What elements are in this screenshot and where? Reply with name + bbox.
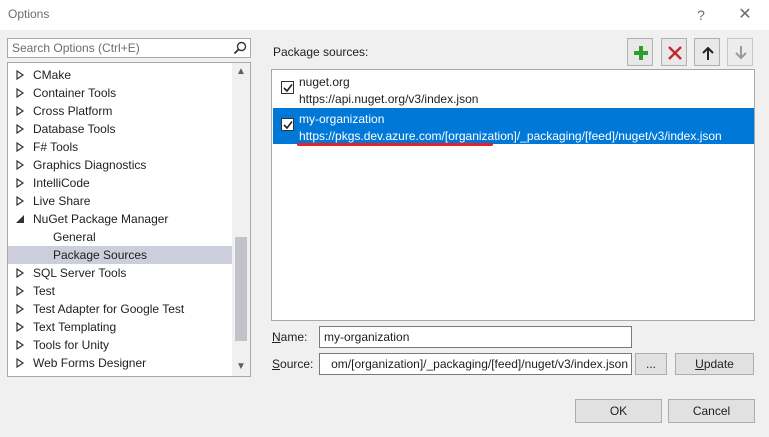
collapsed-arrow-icon[interactable] bbox=[15, 178, 25, 188]
tree-item-f-tools[interactable]: F# Tools bbox=[8, 138, 232, 156]
search-icon[interactable] bbox=[233, 41, 247, 55]
tree-item-container-tools[interactable]: Container Tools bbox=[8, 84, 232, 102]
collapsed-arrow-icon[interactable] bbox=[15, 70, 25, 80]
search-box bbox=[7, 38, 251, 58]
update-button[interactable]: Update bbox=[675, 353, 754, 375]
collapsed-arrow-icon[interactable] bbox=[15, 340, 25, 350]
options-tree: CMake Container Tools Cross Platform Databa… bbox=[7, 62, 251, 377]
tree-item-label: Test Adapter for Google Test bbox=[33, 302, 185, 316]
collapsed-arrow-icon[interactable] bbox=[15, 142, 25, 152]
tree-item-label: Package Sources bbox=[53, 248, 148, 262]
source-url: https://pkgs.dev.azure.com/[organization… bbox=[299, 129, 722, 143]
source-item-nuget-org[interactable]: nuget.org https://api.nuget.org/v3/index… bbox=[273, 71, 754, 107]
window-title: Options bbox=[8, 7, 50, 21]
arrow-up-icon bbox=[702, 46, 714, 60]
tree-item-label: F# Tools bbox=[33, 140, 79, 154]
collapsed-arrow-icon[interactable] bbox=[15, 322, 25, 332]
help-button[interactable]: ? bbox=[690, 5, 712, 25]
name-label-mnemonic: N bbox=[272, 330, 281, 344]
ok-button[interactable]: OK bbox=[575, 399, 662, 423]
scrollbar-thumb[interactable] bbox=[235, 237, 247, 341]
collapsed-arrow-icon[interactable] bbox=[15, 358, 25, 368]
expanded-arrow-icon[interactable] bbox=[15, 214, 25, 224]
tree-item-live-share[interactable]: Live Share bbox=[8, 192, 232, 210]
tree-item-label: Live Share bbox=[33, 194, 91, 208]
tree-item-test[interactable]: Test bbox=[8, 282, 232, 300]
scroll-up-icon[interactable]: ▲ bbox=[232, 63, 250, 81]
tree-item-nuget-package-manager[interactable]: NuGet Package Manager bbox=[8, 210, 232, 228]
search-input[interactable] bbox=[8, 39, 230, 57]
source-checkbox[interactable] bbox=[281, 81, 294, 94]
collapsed-arrow-icon[interactable] bbox=[15, 196, 25, 206]
tree-item-label: IntelliCode bbox=[33, 176, 90, 190]
source-item-my-organization[interactable]: my-organization https://pkgs.dev.azure.c… bbox=[273, 108, 754, 146]
tree-item-label: Web Forms Designer bbox=[33, 356, 147, 370]
collapsed-arrow-icon[interactable] bbox=[15, 286, 25, 296]
collapsed-arrow-icon[interactable] bbox=[15, 106, 25, 116]
tree-item-package-sources[interactable]: Package Sources bbox=[8, 246, 232, 264]
source-label-mnemonic: S bbox=[272, 357, 281, 371]
cancel-button[interactable]: Cancel bbox=[668, 399, 755, 423]
tree-item-label: CMake bbox=[33, 68, 72, 82]
tree-item-text-templating[interactable]: Text Templating bbox=[8, 318, 232, 336]
source-name: my-organization bbox=[299, 112, 385, 126]
tree-item-label: SQL Server Tools bbox=[33, 266, 127, 280]
checkmark-icon bbox=[283, 84, 293, 93]
source-field-value: om/[organization]/_packaging/[feed]/nuge… bbox=[331, 357, 628, 371]
update-rest: pdate bbox=[703, 357, 734, 371]
name-field[interactable] bbox=[319, 326, 632, 348]
source-name: nuget.org bbox=[299, 75, 350, 89]
tree-scrollbar[interactable]: ▲ ▼ bbox=[232, 63, 250, 376]
plus-icon bbox=[634, 46, 648, 60]
tree-item-test-adapter-for-google-test[interactable]: Test Adapter for Google Test bbox=[8, 300, 232, 318]
collapsed-arrow-icon[interactable] bbox=[15, 268, 25, 278]
title-bar: Options ? ✕ bbox=[0, 0, 769, 30]
tree-item-label: Text Templating bbox=[33, 320, 117, 334]
tree-item-database-tools[interactable]: Database Tools bbox=[8, 120, 232, 138]
name-label: Name: bbox=[272, 330, 307, 344]
scroll-down-icon[interactable]: ▼ bbox=[232, 358, 250, 376]
update-mnemonic: U bbox=[695, 357, 704, 371]
package-sources-label: Package sources: bbox=[273, 45, 369, 59]
tree-item-label: Container Tools bbox=[33, 86, 117, 100]
move-up-button[interactable] bbox=[694, 38, 720, 66]
source-label: Source: bbox=[272, 357, 313, 371]
tree-item-general[interactable]: General bbox=[8, 228, 232, 246]
tree-item-label: Cross Platform bbox=[33, 104, 113, 118]
source-checkbox[interactable] bbox=[281, 118, 294, 131]
collapsed-arrow-icon[interactable] bbox=[15, 304, 25, 314]
package-sources-list: nuget.org https://api.nuget.org/v3/index… bbox=[271, 69, 755, 321]
remove-x-icon bbox=[668, 46, 682, 60]
tree-item-intellicode[interactable]: IntelliCode bbox=[8, 174, 232, 192]
browse-button[interactable]: ... bbox=[635, 353, 667, 375]
remove-source-button[interactable] bbox=[661, 38, 687, 66]
tree-item-cross-platform[interactable]: Cross Platform bbox=[8, 102, 232, 120]
collapsed-arrow-icon[interactable] bbox=[15, 160, 25, 170]
name-label-rest: ame: bbox=[280, 330, 308, 344]
tree-item-tools-for-unity[interactable]: Tools for Unity bbox=[8, 336, 232, 354]
tree-item-web-forms-designer[interactable]: Web Forms Designer bbox=[8, 354, 232, 372]
source-field[interactable]: om/[organization]/_packaging/[feed]/nuge… bbox=[319, 353, 632, 375]
annotation-underline bbox=[297, 143, 493, 146]
move-down-button[interactable] bbox=[727, 38, 753, 66]
tree-item-cmake[interactable]: CMake bbox=[8, 66, 232, 84]
close-button[interactable]: ✕ bbox=[734, 5, 756, 25]
tree-item-sql-server-tools[interactable]: SQL Server Tools bbox=[8, 264, 232, 282]
tree-item-label: NuGet Package Manager bbox=[33, 212, 169, 226]
source-url: https://api.nuget.org/v3/index.json bbox=[299, 92, 479, 106]
tree-item-label: Tools for Unity bbox=[33, 338, 110, 352]
tree-item-graphics-diagnostics[interactable]: Graphics Diagnostics bbox=[8, 156, 232, 174]
tree-item-label: Test bbox=[33, 284, 56, 298]
tree-item-label: Database Tools bbox=[33, 122, 116, 136]
arrow-down-icon bbox=[735, 46, 747, 60]
tree-item-label: General bbox=[53, 230, 96, 244]
source-label-rest: ource: bbox=[280, 357, 314, 371]
collapsed-arrow-icon[interactable] bbox=[15, 124, 25, 134]
collapsed-arrow-icon[interactable] bbox=[15, 88, 25, 98]
checkmark-icon bbox=[283, 121, 293, 130]
add-source-button[interactable] bbox=[627, 38, 653, 66]
tree-item-label: Graphics Diagnostics bbox=[33, 158, 147, 172]
